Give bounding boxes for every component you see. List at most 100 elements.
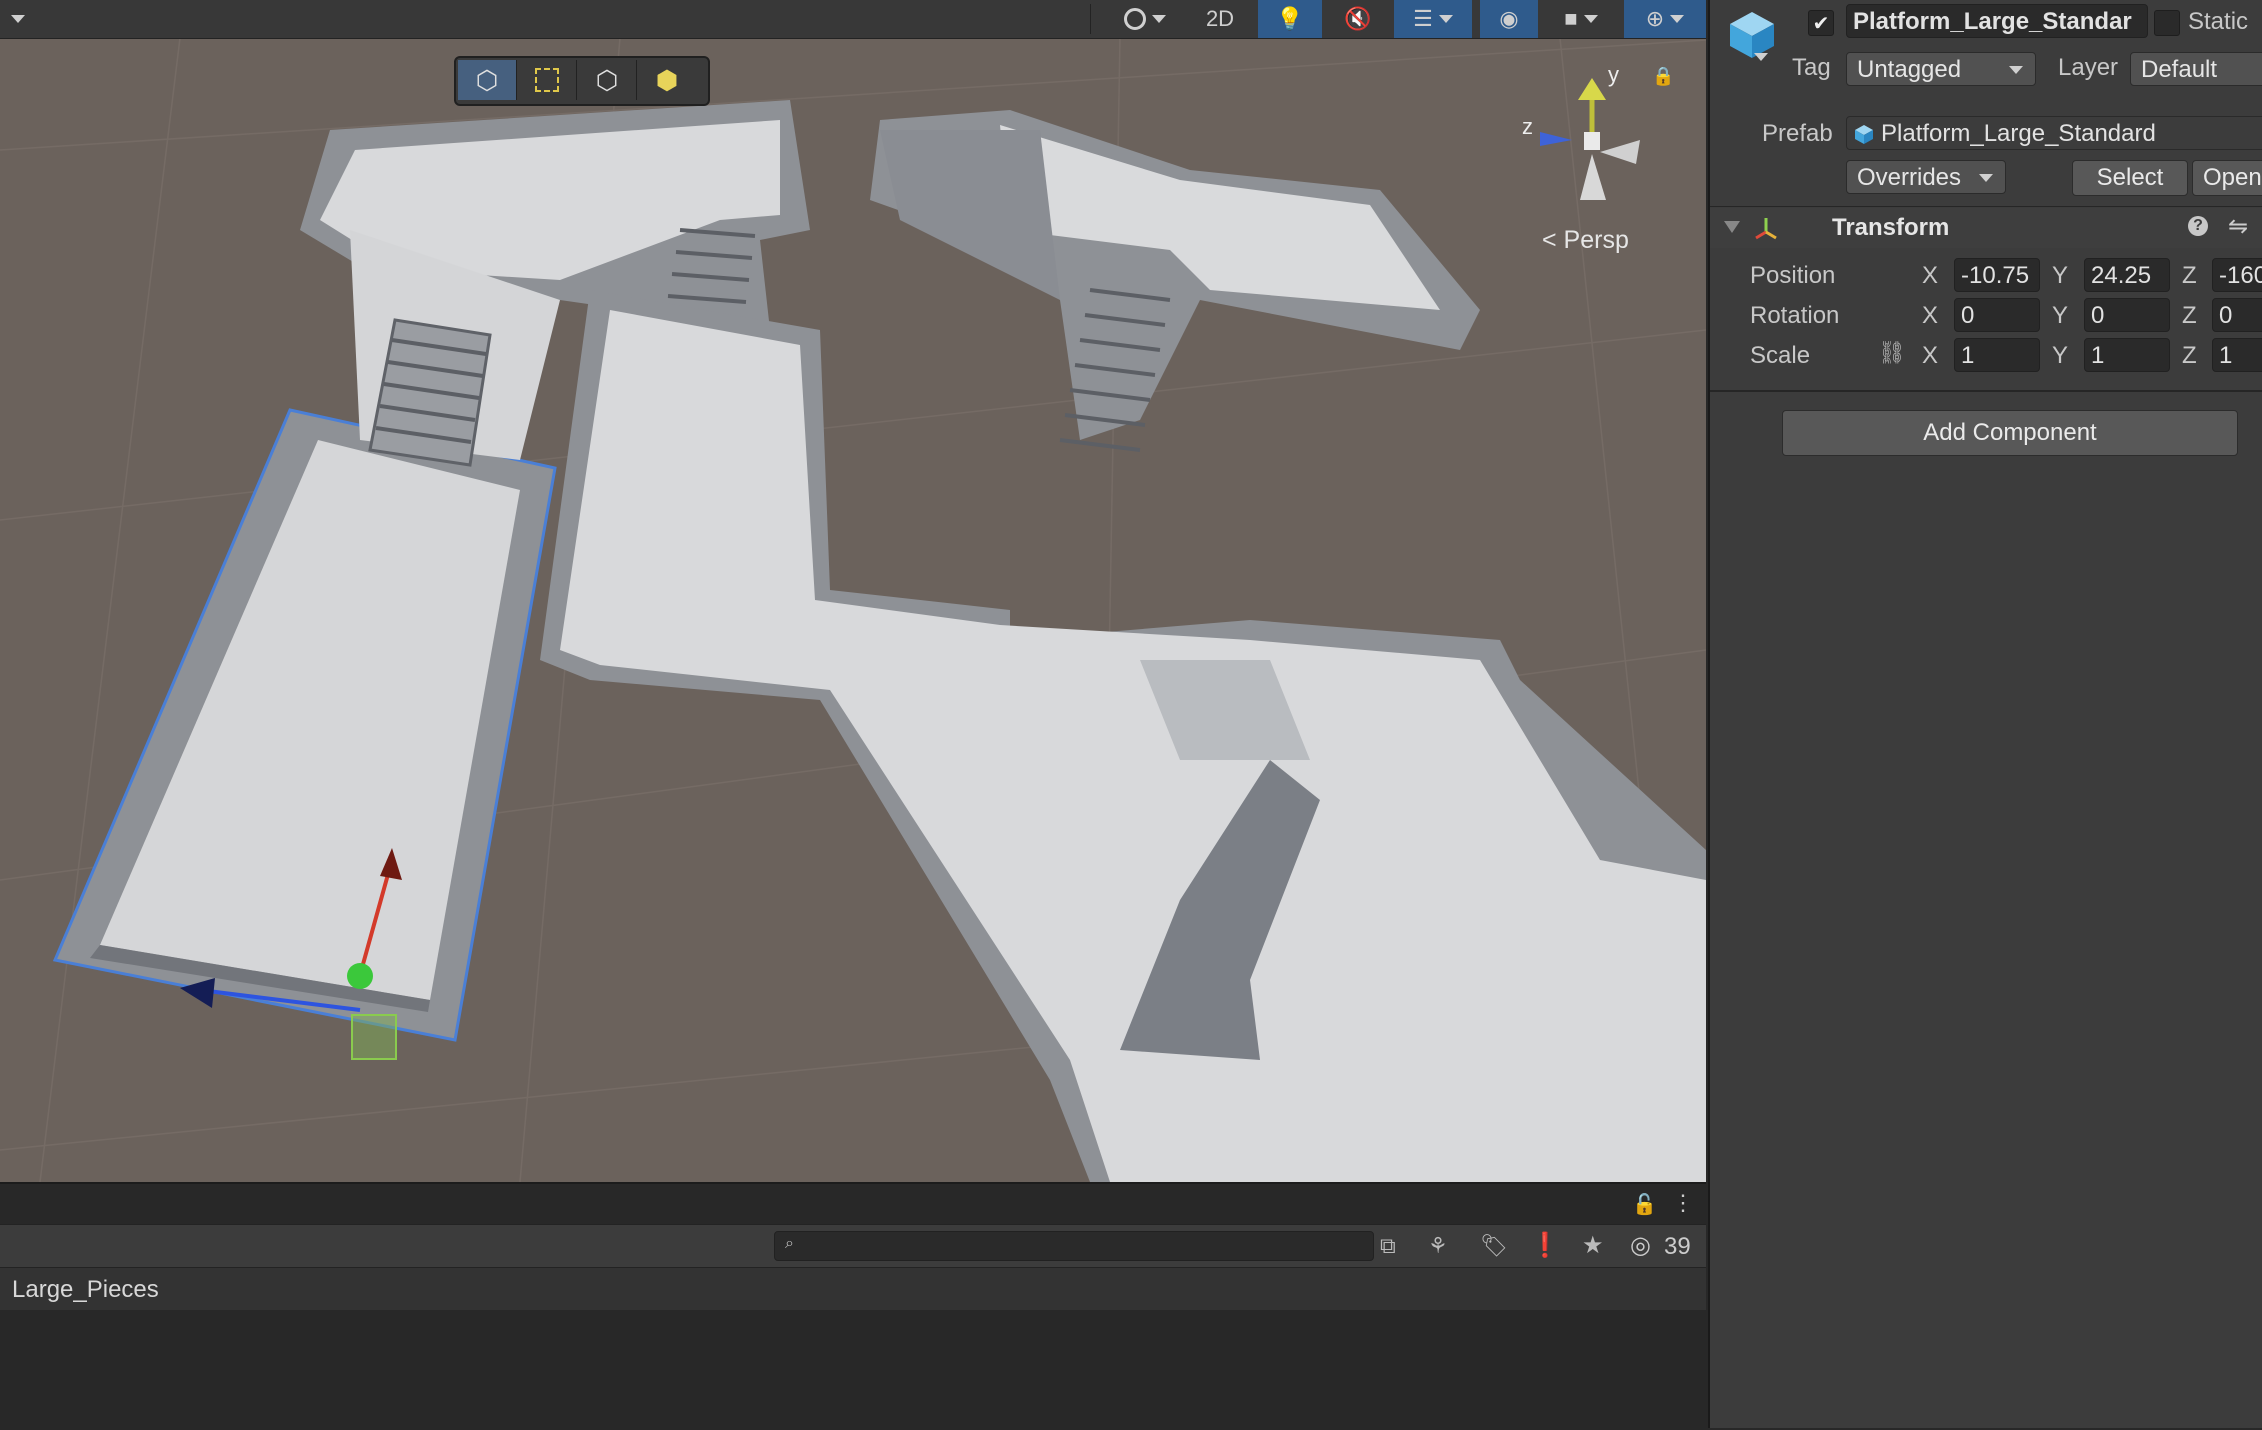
scale-y-field[interactable]: 1 — [2084, 338, 2170, 372]
gizmos-button[interactable]: ⊕ — [1624, 0, 1706, 38]
foldout-arrow-icon — [1724, 220, 1740, 238]
layer-value: Default — [2141, 56, 2218, 83]
object-name-field[interactable]: Platform_Large_Standar — [1846, 4, 2148, 38]
scale-z-axis: Z — [2182, 342, 2197, 369]
gameobject-cube-icon — [1724, 6, 1780, 67]
cube-wire-icon: ⬡ — [595, 64, 619, 95]
help-icon[interactable]: ? — [2188, 216, 2208, 236]
global-space-button[interactable]: ⬢ — [638, 60, 696, 100]
position-z-field[interactable]: -160 — [2212, 258, 2262, 292]
selected-platform — [52, 408, 557, 1042]
tag-value: Untagged — [1857, 56, 1962, 83]
icon-dropdown-caret[interactable] — [1754, 48, 1768, 64]
shading-mode-button[interactable] — [1110, 0, 1180, 38]
camera-settings-button[interactable]: ■ — [1546, 0, 1616, 38]
active-checkbox[interactable]: ✔ — [1808, 10, 1834, 36]
pivot-tool-button[interactable]: ⬡ — [458, 60, 517, 100]
scale-x-axis: X — [1922, 342, 1939, 369]
tool-handle-strip: ⬡ ⬡ ⬢ — [454, 56, 710, 106]
hidden-packages-count: 39 — [1664, 1233, 1691, 1260]
project-search-field[interactable]: ⌕ — [774, 1231, 1374, 1261]
rect-tool-button[interactable] — [518, 60, 577, 100]
scene-geometry — [0, 37, 1706, 1182]
prefab-cube-icon — [1853, 123, 1875, 149]
sphere-icon — [1124, 8, 1146, 30]
panel-lock-icon[interactable]: 🔓 — [1632, 1192, 1657, 1217]
prefab-asset-field[interactable]: Platform_Large_Standard — [1846, 116, 2262, 150]
inspector-panel: ✔ Platform_Large_Standar Static Tag Unta… — [1708, 0, 2262, 1428]
scale-x-field[interactable]: 1 — [1954, 338, 2040, 372]
tag-dropdown[interactable]: Untagged — [1846, 52, 2036, 86]
position-x-field[interactable]: -10.75 — [1954, 258, 2040, 292]
search-by-type-icon[interactable]: ⧉ — [1380, 1233, 1396, 1259]
transform-component-header[interactable]: Transform ? ⇋ — [1710, 208, 2262, 248]
cube-outline-icon: ⬡ — [475, 64, 499, 95]
hidden-packages-icon[interactable]: ◎ — [1630, 1231, 1651, 1260]
scene-menu-dropdown[interactable] — [0, 0, 36, 38]
scale-link-icon[interactable]: ⛓ — [1878, 340, 1906, 366]
rotation-y-axis: Y — [2052, 302, 2069, 329]
layer-dropdown[interactable]: Default — [2130, 52, 2262, 86]
camera-icon: ■ — [1564, 6, 1578, 31]
2d-toggle-button[interactable]: 2D — [1190, 0, 1250, 38]
position-y-axis: Y — [2052, 262, 2069, 289]
rect-handles-icon — [535, 68, 559, 92]
panel-menu-icon[interactable]: ⋮ — [1672, 1190, 1694, 1216]
position-label: Position — [1750, 262, 1836, 289]
chevron-down-icon — [1979, 174, 1993, 182]
overrides-label: Overrides — [1857, 164, 1962, 191]
chevron-down-icon — [2009, 66, 2023, 74]
rotation-z-field[interactable]: 0 — [2212, 298, 2262, 332]
rotation-label: Rotation — [1750, 302, 1840, 329]
search-icon: ⌕ — [785, 1235, 794, 1252]
lightbulb-icon: 💡 — [1276, 6, 1304, 31]
rotation-x-field[interactable]: 0 — [1954, 298, 2040, 332]
axis-y-label: y — [1608, 62, 1619, 87]
axis-z-label: z — [1522, 114, 1533, 139]
tag-label: Tag — [1792, 54, 1831, 81]
project-panel: 🔓 ⋮ ⌕ ⧉ ⚘ 🏷 ❗ ★ ◎ 39 Large_Pieces — [0, 1182, 1706, 1430]
scene-view[interactable]: 2D 💡 🔇 ☰ ◉ ■ ⊕ ⬡ ⬡ ⬢ y z 🔒 < Persp — [0, 0, 1706, 1182]
prefab-select-button[interactable]: Select — [2072, 160, 2188, 196]
component-settings-icon[interactable]: ⇋ — [2228, 212, 2248, 241]
rotation-z-axis: Z — [2182, 302, 2197, 329]
globe-icon: ⊕ — [1645, 6, 1665, 31]
prefab-open-button[interactable]: Open — [2192, 160, 2262, 196]
orientation-gizmo[interactable]: y z — [1510, 60, 1660, 210]
project-toolbar: ⌕ ⧉ ⚘ 🏷 ❗ ★ ◎ 39 — [0, 1224, 1706, 1268]
filter-by-label-icon[interactable]: 🏷 — [1480, 1233, 1508, 1259]
audio-toggle-button[interactable]: 🔇 — [1330, 0, 1386, 38]
prefab-asset-name: Platform_Large_Standard — [1881, 120, 2156, 147]
position-y-field[interactable]: 24.25 — [2084, 258, 2170, 292]
overrides-dropdown[interactable]: Overrides — [1846, 160, 2006, 194]
warning-filter-icon[interactable]: ❗ — [1530, 1231, 1560, 1260]
breadcrumb-item[interactable]: Large_Pieces — [12, 1276, 159, 1304]
cube-solid-icon: ⬢ — [655, 64, 679, 95]
static-label: Static — [2188, 8, 2249, 35]
projection-label[interactable]: < Persp — [1542, 226, 1629, 255]
add-component-button[interactable]: Add Component — [1782, 410, 2238, 456]
scale-z-field[interactable]: 1 — [2212, 338, 2262, 372]
breadcrumb: Large_Pieces — [0, 1268, 1706, 1310]
scene-toolbar: 2D 💡 🔇 ☰ ◉ ■ ⊕ — [0, 0, 1706, 39]
rotation-y-field[interactable]: 0 — [2084, 298, 2170, 332]
transform-title: Transform — [1832, 214, 1950, 241]
effects-toggle-button[interactable]: ☰ — [1394, 0, 1472, 38]
project-panel-header: 🔓 ⋮ — [0, 1184, 1706, 1224]
layer-label: Layer — [2058, 54, 2119, 81]
lighting-toggle-button[interactable]: 💡 — [1258, 0, 1322, 38]
scene-visibility-button[interactable]: ◉ — [1480, 0, 1538, 38]
filter-by-type-icon[interactable]: ⚘ — [1428, 1233, 1448, 1259]
scale-y-axis: Y — [2052, 342, 2069, 369]
scale-label: Scale — [1750, 342, 1811, 369]
transform-axes-icon — [1752, 214, 1780, 248]
static-checkbox[interactable] — [2154, 10, 2180, 36]
lock-icon[interactable]: 🔒 — [1652, 66, 1674, 87]
mute-icon: 🔇 — [1344, 6, 1372, 31]
favorites-star-icon[interactable]: ★ — [1582, 1231, 1604, 1260]
rotation-x-axis: X — [1922, 302, 1939, 329]
project-search-input[interactable] — [811, 1234, 1365, 1258]
local-space-button[interactable]: ⬡ — [578, 60, 637, 100]
position-z-axis: Z — [2182, 262, 2197, 289]
layers-icon: ☰ — [1413, 6, 1433, 31]
